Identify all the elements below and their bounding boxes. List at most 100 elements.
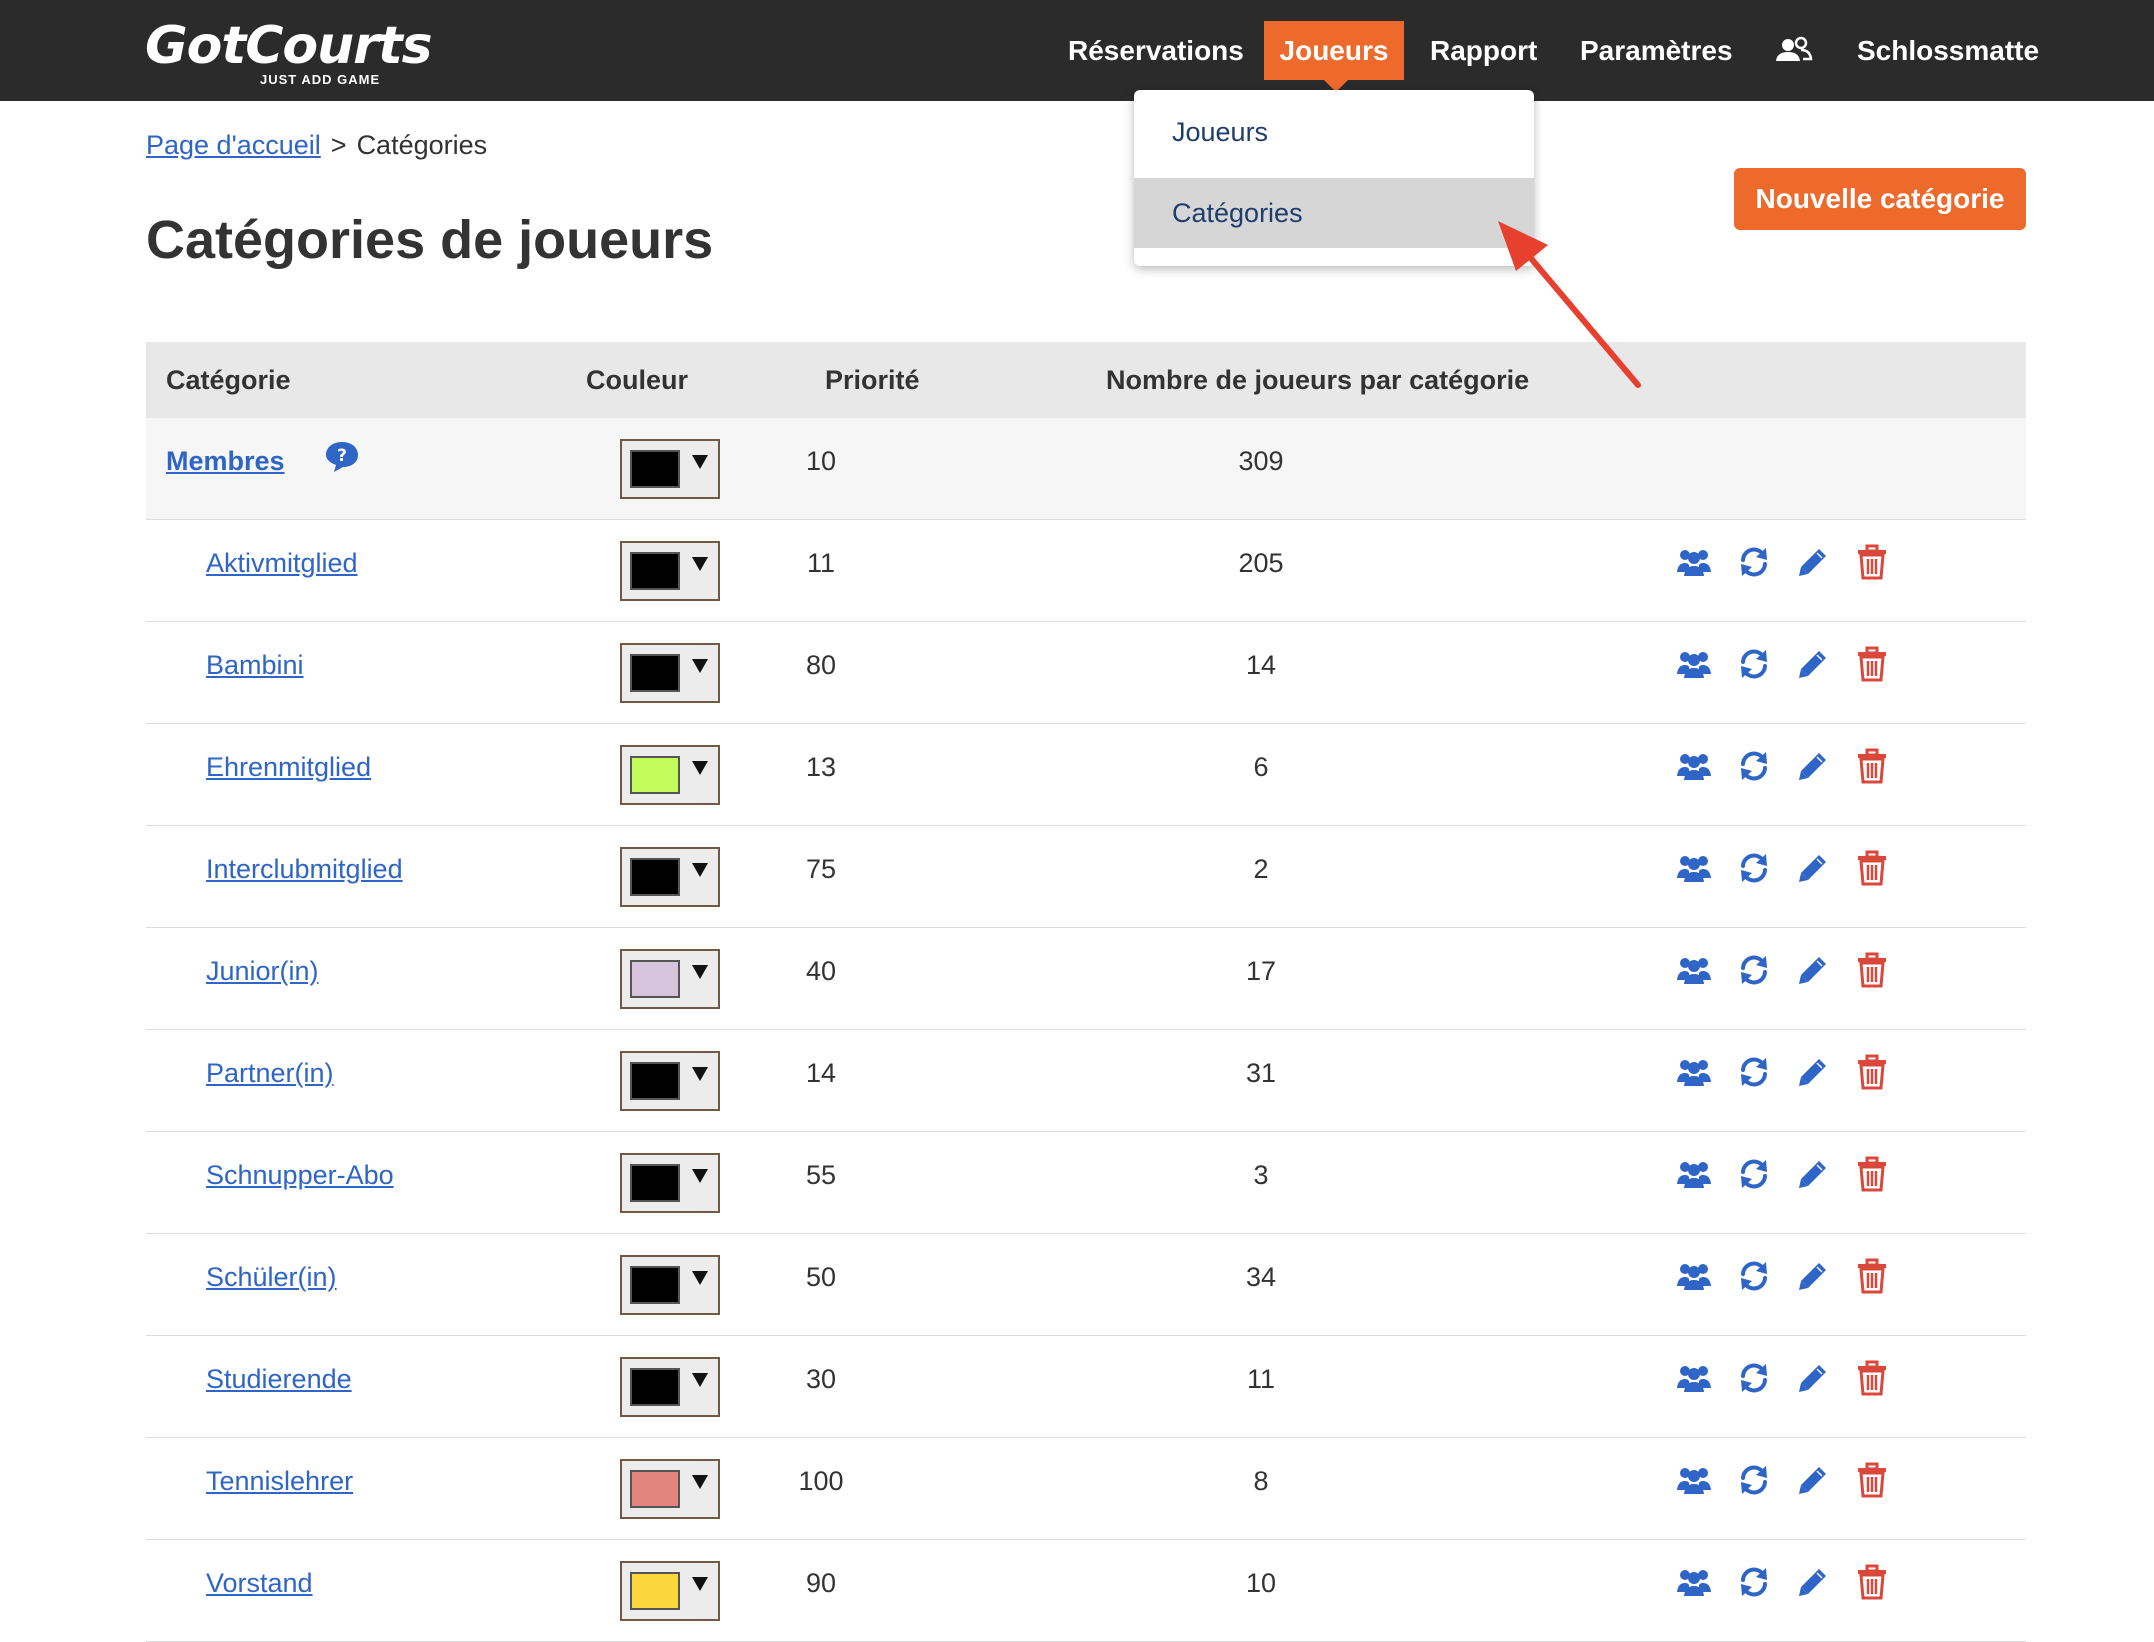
category-name-link[interactable]: Schnupper-Abo <box>206 1158 394 1192</box>
nav-parametres[interactable]: Paramètres <box>1580 21 1733 80</box>
sync-icon[interactable] <box>1736 748 1772 784</box>
color-swatch <box>630 1164 680 1202</box>
edit-pencil-icon[interactable] <box>1795 1156 1831 1192</box>
nav-rapport[interactable]: Rapport <box>1430 21 1537 80</box>
row-actions <box>1676 1156 1926 1196</box>
category-name-link[interactable]: Studierende <box>206 1362 352 1396</box>
trash-icon[interactable] <box>1854 1258 1890 1294</box>
users-icon[interactable] <box>1773 21 1813 80</box>
category-name-link[interactable]: Aktivmitglied <box>206 546 358 580</box>
trash-icon[interactable] <box>1854 1564 1890 1600</box>
color-picker[interactable] <box>620 643 720 703</box>
sync-icon[interactable] <box>1736 952 1772 988</box>
color-picker[interactable] <box>620 1357 720 1417</box>
dropdown-item-categories[interactable]: Catégories <box>1134 178 1534 248</box>
trash-icon[interactable] <box>1854 646 1890 682</box>
members-icon[interactable] <box>1676 1258 1712 1294</box>
edit-pencil-icon[interactable] <box>1795 748 1831 784</box>
members-icon[interactable] <box>1676 1564 1712 1600</box>
members-icon[interactable] <box>1676 544 1712 580</box>
player-count-value: 34 <box>1245 1262 1277 1292</box>
row-actions <box>1676 1258 1926 1298</box>
player-count-value: 2 <box>1253 854 1269 884</box>
sync-icon[interactable] <box>1736 646 1772 682</box>
edit-pencil-icon[interactable] <box>1795 544 1831 580</box>
members-icon[interactable] <box>1676 1462 1712 1498</box>
category-name-link[interactable]: Junior(in) <box>206 954 319 988</box>
trash-icon[interactable] <box>1854 1360 1890 1396</box>
category-name-link[interactable]: Interclubmitglied <box>206 852 403 886</box>
trash-icon[interactable] <box>1854 850 1890 886</box>
color-swatch <box>630 1470 680 1508</box>
dropdown-caret-icon <box>692 1067 708 1081</box>
members-icon[interactable] <box>1676 1360 1712 1396</box>
color-picker[interactable] <box>620 949 720 1009</box>
sync-icon[interactable] <box>1736 1360 1772 1396</box>
color-picker[interactable] <box>620 1459 720 1519</box>
edit-pencil-icon[interactable] <box>1795 850 1831 886</box>
color-picker[interactable] <box>620 1153 720 1213</box>
nav-club-name[interactable]: Schlossmatte <box>1857 21 2039 80</box>
sync-icon[interactable] <box>1736 544 1772 580</box>
player-count-value: 8 <box>1253 1466 1269 1496</box>
members-icon[interactable] <box>1676 748 1712 784</box>
priority-value: 10 <box>805 446 837 476</box>
sync-icon[interactable] <box>1736 1462 1772 1498</box>
priority-value: 11 <box>806 548 836 578</box>
trash-icon[interactable] <box>1854 1054 1890 1090</box>
row-actions <box>1676 1360 1926 1400</box>
members-icon[interactable] <box>1676 646 1712 682</box>
trash-icon[interactable] <box>1854 1462 1890 1498</box>
sync-icon[interactable] <box>1736 1564 1772 1600</box>
category-name-link[interactable]: Partner(in) <box>206 1056 334 1090</box>
category-name-link[interactable]: Bambini <box>206 648 304 682</box>
priority-value: 75 <box>805 854 837 884</box>
sync-icon[interactable] <box>1736 1258 1772 1294</box>
category-name-link[interactable]: Ehrenmitglied <box>206 750 371 784</box>
trash-icon[interactable] <box>1854 544 1890 580</box>
members-icon[interactable] <box>1676 952 1712 988</box>
members-icon[interactable] <box>1676 1156 1712 1192</box>
trash-icon[interactable] <box>1854 1156 1890 1192</box>
color-picker[interactable] <box>620 847 720 907</box>
edit-pencil-icon[interactable] <box>1795 952 1831 988</box>
category-name-link[interactable]: Vorstand <box>206 1566 313 1600</box>
player-count-value: 17 <box>1245 956 1277 986</box>
table-header: Catégorie Couleur Priorité Nombre de jou… <box>146 342 2026 418</box>
sync-icon[interactable] <box>1736 850 1772 886</box>
edit-pencil-icon[interactable] <box>1795 1462 1831 1498</box>
question-bubble-icon[interactable]: ? <box>324 440 360 474</box>
nav-joueurs[interactable]: Joueurs <box>1264 21 1404 92</box>
sync-icon[interactable] <box>1736 1054 1772 1090</box>
edit-pencil-icon[interactable] <box>1795 646 1831 682</box>
edit-pencil-icon[interactable] <box>1795 1054 1831 1090</box>
color-picker[interactable] <box>620 1051 720 1111</box>
color-swatch <box>630 960 680 998</box>
trash-icon[interactable] <box>1854 748 1890 784</box>
edit-pencil-icon[interactable] <box>1795 1564 1831 1600</box>
dropdown-caret-icon <box>692 1577 708 1591</box>
new-category-button[interactable]: Nouvelle catégorie <box>1734 168 2026 230</box>
color-picker[interactable] <box>620 1561 720 1621</box>
breadcrumb-home-link[interactable]: Page d'accueil <box>146 130 321 160</box>
category-name-link[interactable]: Schüler(in) <box>206 1260 337 1294</box>
sync-icon[interactable] <box>1736 1156 1772 1192</box>
color-picker[interactable] <box>620 439 720 499</box>
priority-value: 90 <box>805 1568 837 1598</box>
color-swatch <box>630 1368 680 1406</box>
nav-reservations[interactable]: Réservations <box>1068 21 1244 80</box>
category-name-link[interactable]: Tennislehrer <box>206 1464 353 1498</box>
color-picker[interactable] <box>620 745 720 805</box>
category-name-link[interactable]: Membres <box>166 444 285 478</box>
color-picker[interactable] <box>620 1255 720 1315</box>
color-picker[interactable] <box>620 541 720 601</box>
dropdown-item-joueurs[interactable]: Joueurs <box>1134 97 1534 167</box>
edit-pencil-icon[interactable] <box>1795 1258 1831 1294</box>
dropdown-caret-icon <box>692 659 708 673</box>
trash-icon[interactable] <box>1854 952 1890 988</box>
members-icon[interactable] <box>1676 850 1712 886</box>
members-icon[interactable] <box>1676 1054 1712 1090</box>
priority-value: 100 <box>798 1466 844 1496</box>
gotcourts-logo[interactable]: GotCourts JUST ADD GAME <box>145 20 433 90</box>
edit-pencil-icon[interactable] <box>1795 1360 1831 1396</box>
